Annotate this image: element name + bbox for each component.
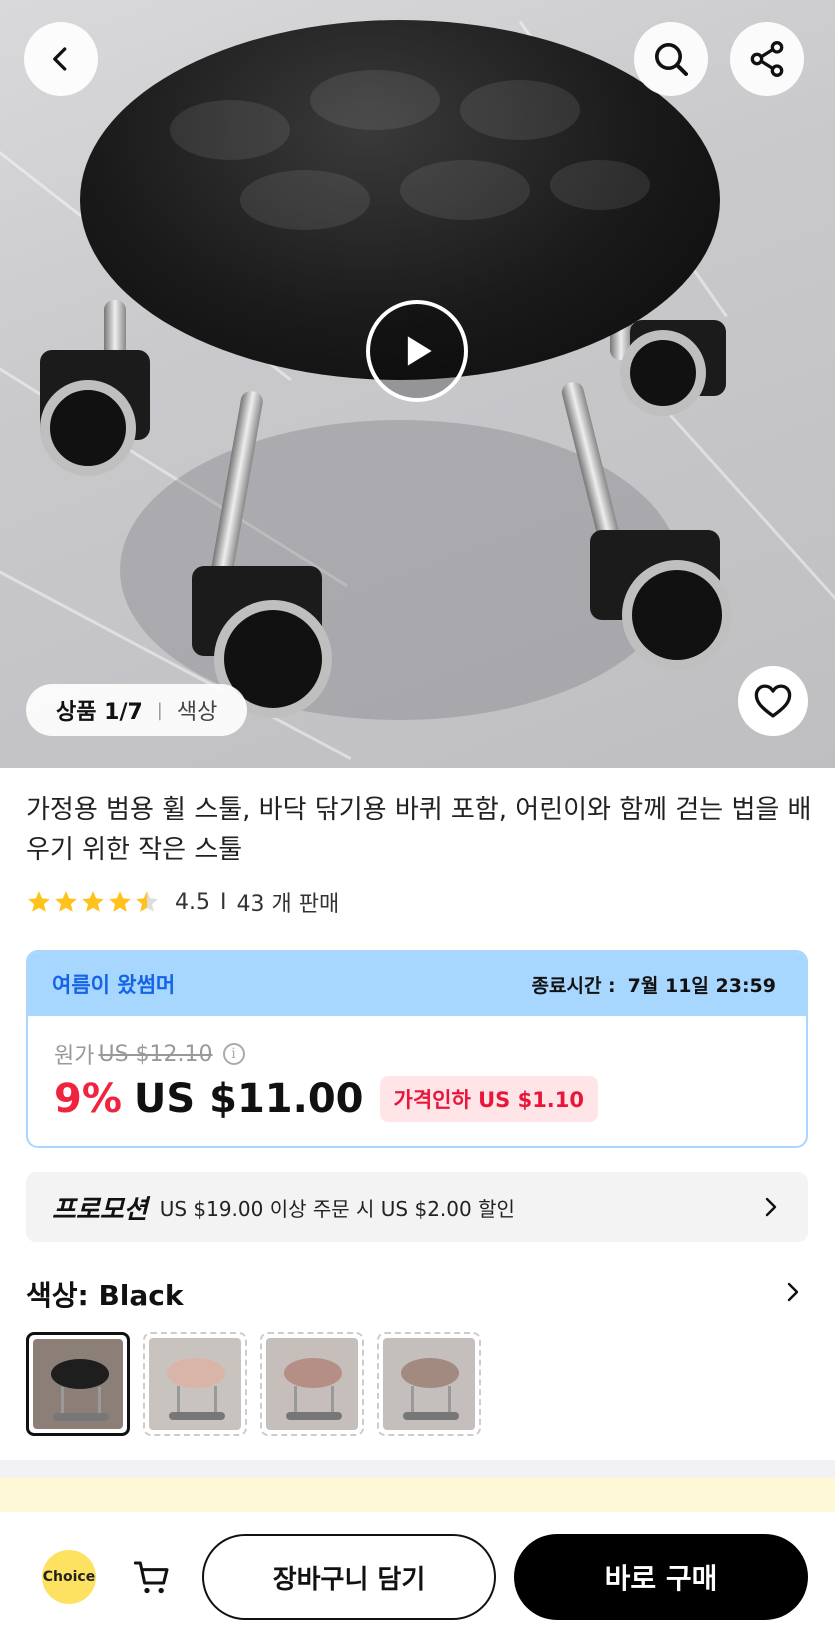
- caster-wheel: [622, 560, 732, 670]
- play-video-button[interactable]: [366, 300, 468, 402]
- promo-header: 여름이 왔썸머 종료시간 : 7월 11일 23:59: [28, 952, 806, 1016]
- rating-value: 4.5: [175, 889, 210, 915]
- star-icon: [55, 891, 77, 912]
- swatch-base: [169, 1412, 225, 1420]
- swatch-seat: [167, 1358, 225, 1388]
- seat-highlight: [240, 170, 370, 230]
- color-swatch-mocha[interactable]: [377, 1332, 481, 1436]
- promotion-text: US $19.00 이상 주문 시 US $2.00 할인: [159, 1196, 515, 1221]
- caster-wheel: [40, 380, 136, 476]
- promo-end-time: 종료시간 : 7월 11일 23:59: [532, 971, 776, 998]
- swatch-thumbnail: [33, 1339, 123, 1429]
- swatch-legs: [411, 1386, 451, 1414]
- current-price: US $11.00: [133, 1076, 364, 1122]
- info-icon[interactable]: i: [222, 1043, 245, 1065]
- share-button[interactable]: [730, 22, 804, 96]
- color-swatch-rose[interactable]: [260, 1332, 364, 1436]
- image-count: 상품 1/7: [56, 700, 143, 725]
- search-icon: [655, 43, 688, 76]
- sold-count: 43 개 판매: [236, 892, 340, 917]
- back-button[interactable]: [24, 22, 98, 96]
- color-section-title: 색상: Black: [26, 1279, 184, 1312]
- caster-wheel: [620, 330, 706, 416]
- seat-highlight: [310, 70, 440, 130]
- bottom-action-bar: Choice 장바구니 담기 바로 구매: [0, 1512, 835, 1640]
- chevron-left-icon: [53, 47, 67, 71]
- rating-stars: [26, 889, 161, 915]
- color-swatch-pink[interactable]: [143, 1332, 247, 1436]
- swatch-base: [403, 1412, 459, 1420]
- heart-icon: [754, 684, 792, 718]
- choice-banner-strip: [0, 1478, 835, 1512]
- current-price-row: 9% US $11.00 가격인하 US $1.10: [54, 1076, 599, 1122]
- price-drop-badge: 가격인하 US $1.10: [379, 1076, 599, 1122]
- swatch-legs: [294, 1386, 334, 1414]
- swatch-base: [53, 1413, 109, 1421]
- seat-highlight: [460, 80, 580, 140]
- share-icon: [750, 41, 784, 78]
- product-image-gallery[interactable]: 상품 1/7 | 색상: [0, 0, 835, 768]
- seat-highlight: [170, 100, 290, 160]
- original-price-row: 원가 US $12.10 i: [54, 1038, 245, 1070]
- swatch-thumbnail: [266, 1338, 358, 1430]
- promo-title: 여름이 왔썸머: [52, 973, 176, 997]
- color-swatch-black[interactable]: [26, 1332, 130, 1436]
- star-icon: [109, 891, 131, 912]
- star-icon: [28, 891, 50, 912]
- color-tab-label[interactable]: 색상: [177, 694, 217, 726]
- add-to-cart-button[interactable]: 장바구니 담기: [202, 1534, 496, 1620]
- swatch-thumbnail: [383, 1338, 475, 1430]
- discount-percent: 9%: [54, 1076, 122, 1122]
- promotion-row[interactable]: 프로모션 US $19.00 이상 주문 시 US $2.00 할인: [26, 1172, 808, 1242]
- cart-button[interactable]: [132, 1558, 172, 1602]
- swatch-thumbnail: [149, 1338, 241, 1430]
- swatch-seat: [51, 1359, 109, 1389]
- color-swatches: [26, 1332, 494, 1436]
- rating-divider: I: [220, 889, 227, 915]
- swatch-base: [286, 1412, 342, 1420]
- star-half-icon: [136, 891, 158, 912]
- swatch-legs: [177, 1386, 217, 1414]
- seat-highlight: [400, 160, 530, 220]
- promo-end-value: 7월 11일 23:59: [627, 974, 776, 997]
- swatch-seat: [284, 1358, 342, 1388]
- image-indicator[interactable]: 상품 1/7 | 색상: [26, 684, 248, 736]
- choice-button[interactable]: Choice: [42, 1550, 96, 1604]
- original-price-label: 원가: [54, 1044, 95, 1069]
- sale-promo-box: 여름이 왔썸머 종료시간 : 7월 11일 23:59 원가 US $12.10 …: [26, 950, 808, 1148]
- rating-row[interactable]: 4.5 I 43 개 판매: [26, 886, 339, 918]
- swatch-legs: [61, 1387, 101, 1415]
- indicator-separator: |: [156, 699, 163, 721]
- chevron-right-icon: [765, 1197, 777, 1217]
- original-price: US $12.10: [98, 1041, 213, 1067]
- star-icon: [82, 891, 104, 912]
- chevron-right-icon[interactable]: [780, 1280, 804, 1304]
- play-icon: [407, 336, 432, 366]
- promotion-label: 프로모션: [52, 1194, 148, 1225]
- seat-highlight: [550, 160, 650, 210]
- section-divider: [0, 1460, 835, 1478]
- wishlist-button[interactable]: [738, 666, 808, 736]
- buy-now-button[interactable]: 바로 구매: [514, 1534, 808, 1620]
- cart-icon: [133, 1561, 169, 1594]
- product-title: 가정용 범용 휠 스툴, 바닥 닦기용 바퀴 포함, 어린이와 함께 걷는 법을…: [26, 795, 812, 865]
- search-button[interactable]: [634, 22, 708, 96]
- promo-end-label: 종료시간 :: [531, 974, 616, 997]
- swatch-seat: [401, 1358, 459, 1388]
